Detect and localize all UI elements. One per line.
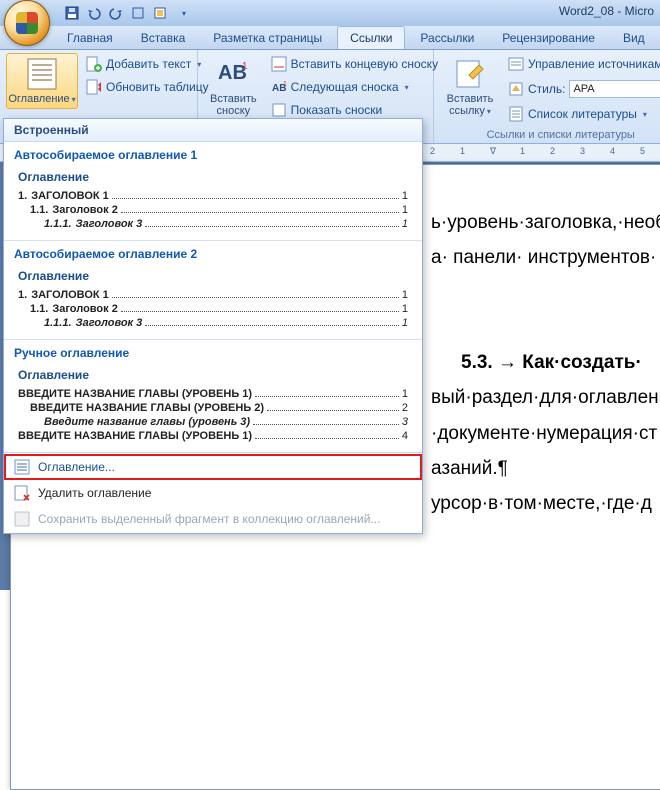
doc-line: ·документе·нумерация·ст [431,416,660,451]
save-icon[interactable] [64,5,80,21]
toc-dialog-icon [14,459,30,475]
doc-line: а· панели· инструментов· [431,240,660,275]
dropdown-footer: Оглавление... Удалить оглавление Сохрани… [4,452,422,533]
toc-gallery-dropdown: Встроенный Автособираемое оглавление 1 О… [3,118,423,534]
undo-icon[interactable] [86,5,102,21]
insert-footnote-button[interactable]: AB1 Вставить сноску [204,53,263,121]
toc-button-label: Оглавление [8,93,69,105]
manage-sources-label: Управление источниками [528,57,660,71]
citation-icon [453,57,487,91]
redo-icon[interactable] [108,5,124,21]
gallery-item-auto2[interactable]: Автособираемое оглавление 2 [4,241,422,267]
save-selection-icon [14,511,30,527]
style-value: APA [573,83,594,95]
preview-heading: Оглавление [18,170,408,184]
doc-line: вый·раздел·для·оглавлени [431,380,660,415]
title-bar: ▾ Word2_08 - Micro [0,0,660,26]
bibliography-icon [508,106,524,122]
tab-home[interactable]: Главная [54,26,126,49]
tab-mailings[interactable]: Рассылки [407,26,487,49]
svg-text:1: 1 [242,61,248,72]
next-footnote-button[interactable]: AB1 Следующая сноска▾ [267,76,442,98]
add-text-icon [86,56,102,72]
add-text-label: Добавить текст [106,57,191,71]
save-selection-label: Сохранить выделенный фрагмент в коллекци… [38,512,380,526]
preview-row: ВВЕДИТЕ НАЗВАНИЕ ГЛАВЫ (УРОВЕНЬ 1)4 [18,430,408,442]
gallery-preview-auto1[interactable]: Оглавление 1.ЗАГОЛОВОК 11 1.1.Заголовок 2… [4,168,422,241]
remove-toc-action[interactable]: Удалить оглавление [4,480,422,506]
style-label: Стиль: [528,82,565,96]
doc-line: ь·уровень·заголовка,·необ [431,205,660,240]
preview-heading: Оглавление [18,269,408,283]
insert-citation-button[interactable]: Вставить ссылку▾ [440,53,500,121]
show-notes-label: Показать сноски [291,103,383,117]
group-citations: Вставить ссылку▾ Управление источниками … [434,50,660,143]
endnote-icon [271,56,287,72]
dropdown-section-header: Встроенный [4,119,422,142]
quick-access-toolbar: ▾ [64,5,192,21]
preview-row: 1.1.1.Заголовок 31 [18,218,408,230]
gallery-item-auto1[interactable]: Автособираемое оглавление 1 [4,142,422,168]
gallery-preview-auto2[interactable]: Оглавление 1.ЗАГОЛОВОК 11 1.1.Заголовок 2… [4,267,422,340]
tab-view[interactable]: Вид [610,26,658,49]
update-icon [86,79,102,95]
window-title: Word2_08 - Micro [559,4,654,18]
tab-review[interactable]: Рецензирование [489,26,608,49]
insert-footnote-label: Вставить сноску [210,93,257,117]
office-button[interactable] [4,0,50,46]
preview-row: 1.ЗАГОЛОВОК 11 [18,190,408,202]
toc-icon [25,57,59,91]
tab-references[interactable]: Ссылки [337,26,405,49]
preview-row: ВВЕДИТЕ НАЗВАНИЕ ГЛАВЫ (УРОВЕНЬ 1)1 [18,388,408,400]
preview-heading: Оглавление [18,368,408,382]
qat-customize-icon[interactable]: ▾ [176,5,192,21]
ribbon-tabs: Главная Вставка Разметка страницы Ссылки… [0,26,660,50]
doc-line: азаний.¶ [431,451,660,486]
add-text-button[interactable]: Добавить текст▾ [82,53,213,75]
style-select[interactable]: APA ▾ [569,80,660,98]
gallery-preview-manual[interactable]: Оглавление ВВЕДИТЕ НАЗВАНИЕ ГЛАВЫ (УРОВЕ… [4,366,422,452]
qat-icon-1[interactable] [130,5,146,21]
gallery-item-manual[interactable]: Ручное оглавление [4,340,422,366]
preview-row: Введите название главы (уровень 3)3 [18,416,408,428]
svg-text:1: 1 [283,81,287,88]
update-table-button[interactable]: Обновить таблицу [82,76,213,98]
tab-insert[interactable]: Вставка [128,26,199,49]
preview-row: 1.1.Заголовок 21 [18,204,408,216]
manage-sources-button[interactable]: Управление источниками [504,53,660,75]
preview-row: 1.1.Заголовок 21 [18,303,408,315]
preview-row: 1.ЗАГОЛОВОК 11 [18,289,408,301]
remove-toc-label: Удалить оглавление [38,486,151,500]
office-logo-icon [16,12,38,34]
insert-endnote-label: Вставить концевую сноску [291,57,438,71]
style-icon [508,81,524,97]
update-table-label: Обновить таблицу [106,80,209,94]
insert-endnote-button[interactable]: Вставить концевую сноску [267,53,442,75]
preview-row: ВВЕДИТЕ НАЗВАНИЕ ГЛАВЫ (УРОВЕНЬ 2)2 [18,402,408,414]
manage-sources-icon [508,56,524,72]
next-footnote-label: Следующая сноска [291,80,399,94]
show-notes-icon [271,102,287,118]
doc-line: урсор·в·том·месте,·где·д [431,486,660,521]
bibliography-button[interactable]: Список литературы▾ [504,103,660,125]
preview-row: 1.1.1.Заголовок 31 [18,317,408,329]
next-footnote-icon: AB1 [271,79,287,95]
tab-layout[interactable]: Разметка страницы [200,26,335,49]
doc-section-heading: 5.3. → Как·создать· [461,345,660,380]
toc-button[interactable]: Оглавление▾ [6,53,78,109]
citation-style-row: Стиль: APA ▾ [504,77,660,101]
group-citations-label: Ссылки и списки литературы [440,127,660,141]
qat-icon-2[interactable] [152,5,168,21]
insert-toc-action[interactable]: Оглавление... [4,454,422,480]
footnote-icon: AB1 [216,57,250,91]
remove-toc-icon [14,485,30,501]
bibliography-label: Список литературы [528,107,637,121]
insert-toc-label: Оглавление... [38,460,115,474]
save-selection-action: Сохранить выделенный фрагмент в коллекци… [4,506,422,532]
